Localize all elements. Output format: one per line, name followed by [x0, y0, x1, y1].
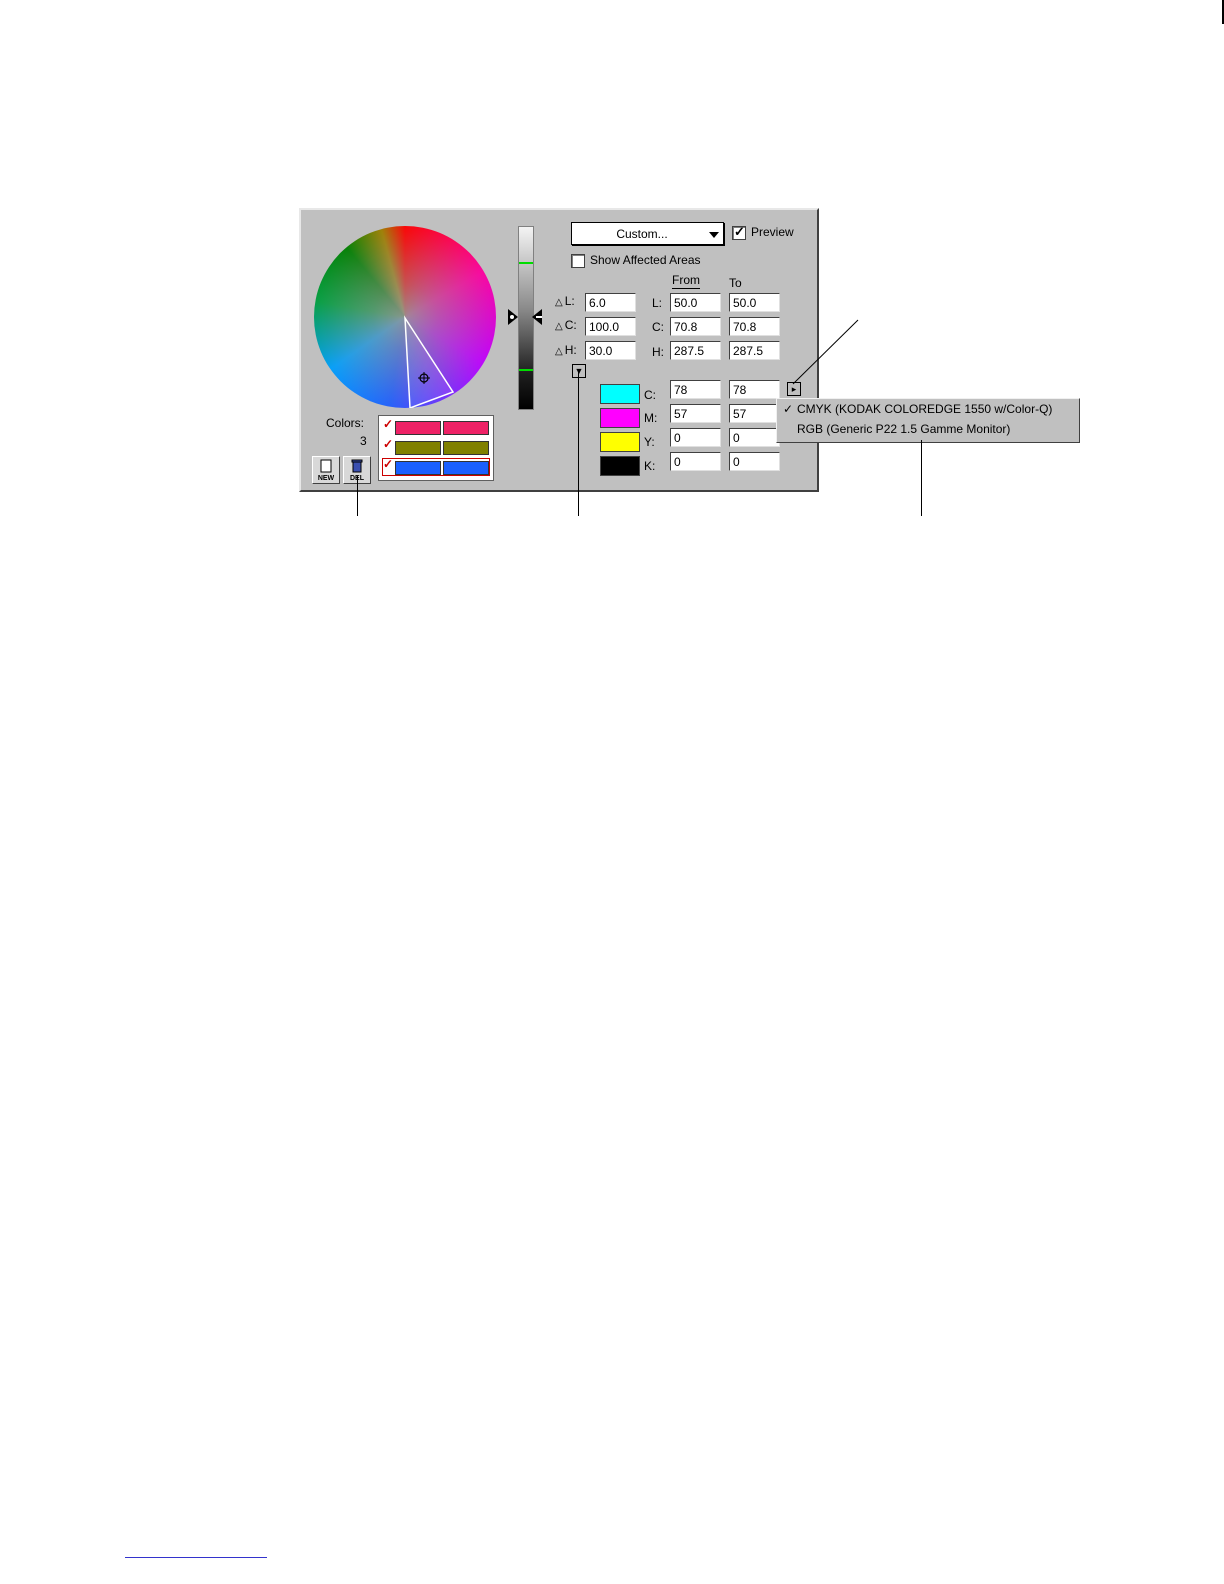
to-black-field[interactable]: 0 — [729, 452, 780, 471]
from-header: From — [672, 273, 700, 289]
delta-c-label: △ C: — [555, 318, 577, 332]
delta-l-field[interactable]: 6.0 — [585, 293, 636, 312]
from-c-field[interactable]: 70.8 — [670, 317, 721, 336]
new-page-icon — [320, 459, 332, 473]
new-color-button[interactable]: NEW — [312, 456, 340, 484]
preview-label: Preview — [751, 225, 794, 239]
slider-upper-limit — [519, 262, 533, 264]
to-color-chip — [443, 421, 489, 435]
menu-item-rgb[interactable]: RGB (Generic P22 1.5 Gamme Monitor) — [797, 422, 1010, 436]
menu-item-cmyk[interactable]: CMYK (KODAK COLOREDGE 1550 w/Color-Q) — [797, 402, 1052, 416]
delta-icon: △ — [555, 321, 563, 332]
c-label: C: — [652, 320, 664, 334]
new-button-label: NEW — [317, 475, 335, 482]
black-swatch — [600, 456, 640, 476]
colors-label: Colors: — [326, 416, 365, 430]
colors-count: 3 — [360, 434, 367, 448]
delta-h-field[interactable]: 30.0 — [585, 341, 636, 360]
from-yellow-field[interactable]: 0 — [670, 428, 721, 447]
list-item[interactable]: ✓ — [382, 457, 490, 476]
to-yellow-field[interactable]: 0 — [729, 428, 780, 447]
preset-dropdown[interactable]: Custom... — [571, 222, 724, 245]
slider-lower-limit — [519, 369, 533, 371]
color-list[interactable]: ✓ ✓ ✓ — [378, 415, 494, 481]
delta-c-field[interactable]: 100.0 — [585, 317, 636, 336]
cyan-swatch — [600, 384, 640, 404]
preset-dropdown-label: Custom... — [616, 227, 668, 241]
from-l-field[interactable]: 50.0 — [670, 293, 721, 312]
delta-icon: △ — [555, 346, 563, 357]
show-affected-areas-label: Show Affected Areas — [590, 253, 701, 267]
callout-line — [921, 440, 922, 516]
to-magenta-field[interactable]: 57 — [729, 404, 780, 423]
callout-line — [792, 319, 859, 385]
slider-left-handle-icon[interactable] — [508, 309, 518, 325]
magenta-swatch — [600, 408, 640, 428]
list-item[interactable]: ✓ — [383, 417, 489, 435]
delta-icon: △ — [555, 297, 563, 308]
callout-line — [578, 372, 579, 516]
from-color-chip — [395, 461, 441, 475]
callout-line — [357, 476, 358, 516]
from-cyan-field[interactable]: 78 — [670, 380, 721, 399]
from-black-field[interactable]: 0 — [670, 452, 721, 471]
h-label: H: — [652, 345, 664, 359]
from-h-field[interactable]: 287.5 — [670, 341, 721, 360]
color-wheel[interactable] — [314, 226, 496, 408]
footer-link-underline — [125, 1557, 267, 1558]
to-h-field[interactable]: 287.5 — [729, 341, 780, 360]
to-cyan-field[interactable]: 78 — [729, 380, 780, 399]
checkmark-icon: ✓ — [734, 224, 745, 239]
trash-icon — [351, 459, 363, 473]
to-color-chip — [443, 461, 489, 475]
profile-popup-menu: ✓ CMYK (KODAK COLOREDGE 1550 w/Color-Q) … — [776, 398, 1080, 443]
list-item[interactable]: ✓ — [383, 437, 489, 455]
magenta-label: M: — [644, 411, 658, 425]
black-label: K: — [644, 459, 656, 473]
from-color-chip — [395, 421, 441, 435]
cyan-label: C: — [644, 388, 656, 402]
yellow-swatch — [600, 432, 640, 452]
delta-h-label: △ H: — [555, 343, 577, 357]
delta-l-label: △ L: — [555, 294, 575, 308]
check-icon: ✓ — [383, 457, 394, 471]
slider-right-handle-icon[interactable] — [532, 309, 542, 325]
to-c-field[interactable]: 70.8 — [729, 317, 780, 336]
chevron-down-icon — [709, 232, 719, 238]
yellow-label: Y: — [644, 435, 655, 449]
check-icon: ✓ — [383, 437, 394, 451]
from-color-chip — [395, 441, 441, 455]
check-icon: ✓ — [383, 417, 394, 431]
to-color-chip — [443, 441, 489, 455]
expand-cmyk-button[interactable]: ▼ — [572, 364, 586, 378]
to-l-field[interactable]: 50.0 — [729, 293, 780, 312]
show-affected-areas-checkbox[interactable] — [571, 254, 585, 268]
checkmark-icon: ✓ — [783, 402, 794, 416]
l-label: L: — [652, 296, 663, 310]
preview-checkbox[interactable]: ✓ — [732, 224, 746, 240]
to-header: To — [729, 276, 742, 290]
from-magenta-field[interactable]: 57 — [670, 404, 721, 423]
hue-range-wedge[interactable] — [314, 226, 496, 408]
